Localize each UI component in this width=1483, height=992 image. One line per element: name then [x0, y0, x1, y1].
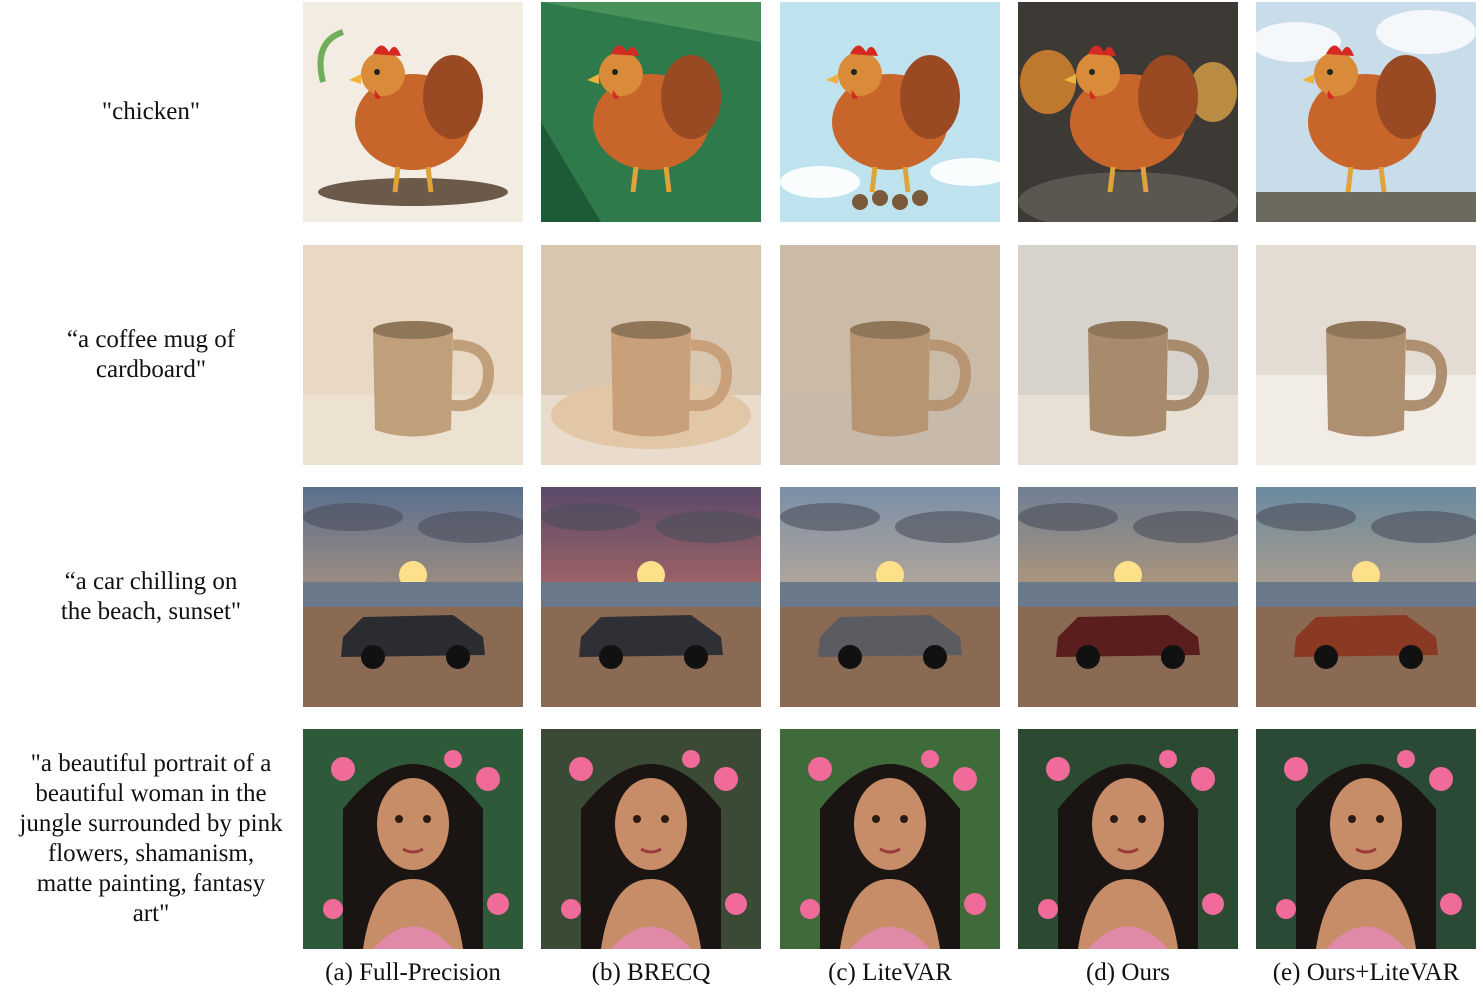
image-portrait-full-precision: [303, 729, 523, 949]
image-car-ours: [1018, 487, 1238, 707]
image-chicken-litevar: [780, 2, 1000, 222]
caption-ours: (d) Ours: [1085, 959, 1170, 986]
image-mug-full-precision: [303, 245, 523, 465]
image-portrait-ours-litevar: [1256, 729, 1476, 949]
caption-brecq: (b) BRECQ: [591, 959, 711, 986]
image-portrait-litevar: [780, 729, 1000, 949]
image-car-brecq: [541, 487, 761, 707]
image-mug-ours-litevar: [1256, 245, 1476, 465]
image-mug-ours: [1018, 245, 1238, 465]
caption-full-precision: (a) Full-Precision: [325, 959, 501, 986]
image-chicken-ours: [1018, 2, 1238, 222]
row-prompt-mug: “a coffee mug of cardboard": [66, 326, 236, 383]
image-portrait-brecq: [541, 729, 761, 949]
row-prompt-portrait: "a beautiful portrait of a beautiful wom…: [19, 750, 283, 927]
row-prompt-car: “a car chilling on the beach, sunset": [60, 568, 242, 625]
image-mug-brecq: [541, 245, 761, 465]
image-chicken-ours-litevar: [1256, 2, 1476, 222]
image-portrait-ours: [1018, 729, 1238, 949]
image-chicken-brecq: [541, 2, 761, 222]
image-car-ours-litevar: [1256, 487, 1476, 707]
image-chicken-full-precision: [303, 2, 523, 222]
image-car-litevar: [780, 487, 1000, 707]
caption-litevar: (c) LiteVAR: [828, 959, 952, 986]
caption-ours-litevar: (e) Ours+LiteVAR: [1272, 959, 1460, 986]
image-mug-litevar: [780, 245, 1000, 465]
row-prompt-chicken: "chicken": [101, 98, 201, 125]
image-car-full-precision: [303, 487, 523, 707]
